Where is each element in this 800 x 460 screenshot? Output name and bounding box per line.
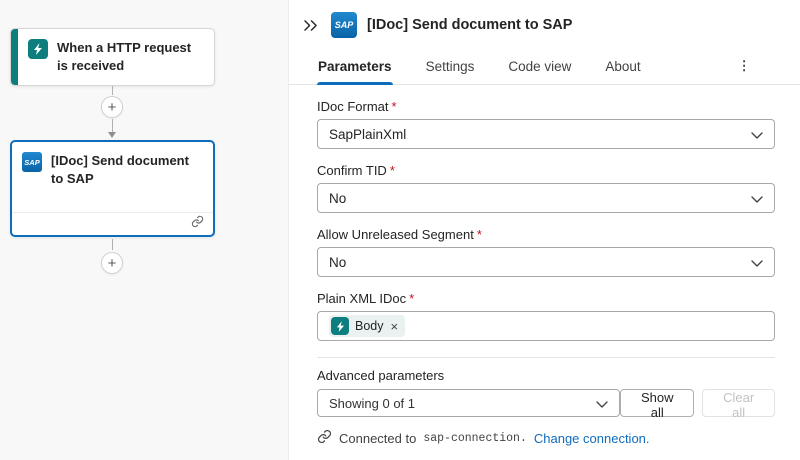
show-all-button[interactable]: Show all [620,389,694,417]
change-connection-link[interactable]: Change connection. [534,431,650,446]
field-plain-xml-idoc: Plain XML IDoc* Body × [317,291,775,341]
advanced-parameters-label: Advanced parameters [317,368,775,383]
collapse-panel-icon[interactable] [299,14,321,36]
tab-label: Code view [508,59,571,74]
token-label: Body [355,319,384,333]
trigger-card-body: When a HTTP request is received [18,29,214,85]
trigger-label: When a HTTP request is received [57,39,204,75]
label-text: IDoc Format [317,99,389,114]
confirm-tid-dropdown[interactable]: No [317,183,775,213]
required-asterisk: * [477,227,482,242]
required-asterisk: * [409,291,414,306]
action-card-footer [12,212,213,235]
http-request-icon [28,39,48,59]
connector-line [112,119,113,132]
advanced-parameters-row: Showing 0 of 1 Show all Clear all [317,389,775,417]
panel-header: SAP [IDoc] Send document to SAP [289,0,800,38]
connector-line [112,86,113,95]
field-label: IDoc Format* [317,99,775,114]
advanced-parameters-dropdown[interactable]: Showing 0 of 1 [317,389,620,417]
body-token[interactable]: Body × [329,315,405,337]
add-action-button[interactable]: + [101,96,123,118]
sap-connector-icon: SAP [22,152,42,172]
required-asterisk: * [392,99,397,114]
connector-line [112,239,113,250]
field-allow-unreleased-segment: Allow Unreleased Segment* No [317,227,775,277]
tab-label: About [605,59,640,74]
field-idoc-format: IDoc Format* SapPlainXml [317,99,775,149]
action-card-selected[interactable]: SAP [IDoc] Send document to SAP [10,140,215,237]
add-action-button[interactable]: + [101,252,123,274]
trigger-card[interactable]: When a HTTP request is received [10,28,215,86]
label-text: Allow Unreleased Segment [317,227,474,242]
logic-app-designer: When a HTTP request is received + SAP [I… [0,0,800,460]
connection-name: sap-connection. [423,432,527,445]
connector-arrow [108,132,116,138]
dropdown-value: Showing 0 of 1 [329,396,415,411]
workflow-canvas: When a HTTP request is received + SAP [I… [0,0,288,460]
chevron-down-icon [596,396,608,411]
chevron-down-icon [751,127,763,142]
idoc-format-dropdown[interactable]: SapPlainXml [317,119,775,149]
allow-unreleased-segment-dropdown[interactable]: No [317,247,775,277]
tab-label: Parameters [318,59,392,74]
field-label: Plain XML IDoc* [317,291,775,306]
tab-bar: Parameters Settings Code view About ⋮ [289,50,800,85]
action-card-body: SAP [IDoc] Send document to SAP [12,142,213,198]
tab-code-view[interactable]: Code view [507,51,572,84]
http-request-icon [331,317,349,335]
clear-all-button[interactable]: Clear all [702,389,775,417]
plain-xml-idoc-input[interactable]: Body × [317,311,775,341]
section-divider [317,357,775,358]
dropdown-value: No [329,255,346,270]
field-label: Allow Unreleased Segment* [317,227,775,242]
field-confirm-tid: Confirm TID* No [317,163,775,213]
trigger-accent-bar [11,29,18,85]
action-configuration-panel: SAP [IDoc] Send document to SAP Paramete… [288,0,800,460]
connection-footer: Connected to sap-connection. Change conn… [317,429,775,447]
token-remove-icon[interactable]: × [391,319,399,334]
tab-parameters[interactable]: Parameters [317,51,393,84]
dropdown-value: SapPlainXml [329,127,406,142]
tab-about[interactable]: About [604,51,641,84]
tab-label: Settings [426,59,475,74]
panel-title: [IDoc] Send document to SAP [367,17,572,33]
label-text: Plain XML IDoc [317,291,406,306]
more-options-icon[interactable]: ⋮ [732,50,757,84]
chevron-down-icon [751,191,763,206]
label-text: Confirm TID [317,163,387,178]
connection-badge-icon [191,215,204,233]
tab-settings[interactable]: Settings [425,51,476,84]
sap-logo: SAP [331,12,357,38]
dropdown-value: No [329,191,346,206]
connection-link-icon [317,429,332,447]
connected-to-text: Connected to [339,431,416,446]
chevron-down-icon [751,255,763,270]
action-label: [IDoc] Send document to SAP [51,152,203,188]
required-asterisk: * [390,163,395,178]
parameters-form: IDoc Format* SapPlainXml Confirm TID* No [289,99,800,447]
field-label: Confirm TID* [317,163,775,178]
